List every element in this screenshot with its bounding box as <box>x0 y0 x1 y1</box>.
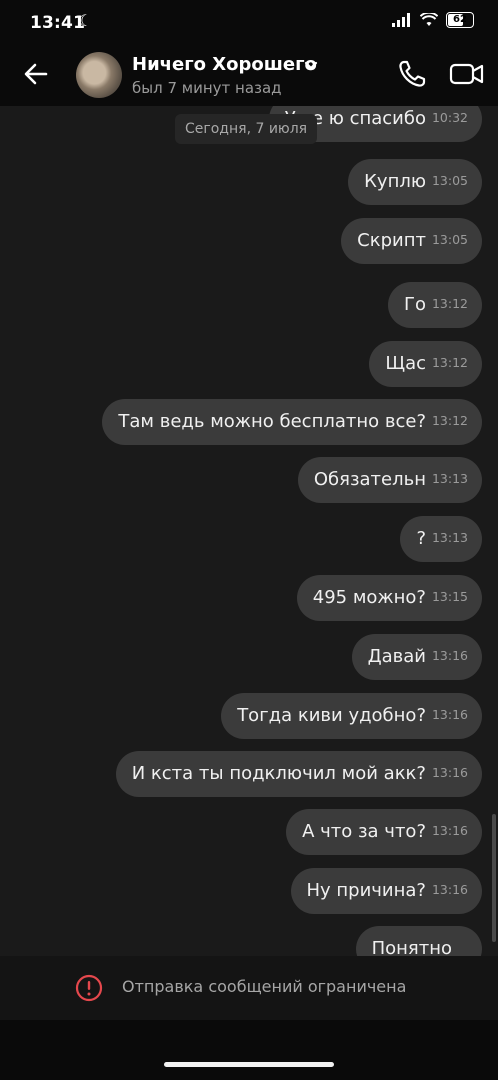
messaging-restricted-banner: Отправка сообщений ограничена <box>0 956 498 1020</box>
message-bubble[interactable]: Скрипт 13:05 <box>341 218 482 264</box>
message-text: Скрипт <box>357 230 426 251</box>
avatar[interactable] <box>76 52 122 98</box>
message-bubble[interactable]: А что за что? 13:16 <box>286 809 482 855</box>
video-call-icon[interactable] <box>448 56 486 92</box>
system-nav-bar <box>0 1020 498 1080</box>
moon-icon: ☾ <box>78 11 93 30</box>
message-bubble[interactable]: Го 13:12 <box>388 282 482 328</box>
message-text: Го <box>404 294 426 315</box>
message-time: 13:12 <box>431 413 468 428</box>
battery-level: 62 <box>453 14 467 25</box>
message-time: 13:12 <box>431 296 468 311</box>
message-text: Тогда киви удобно? <box>237 705 426 726</box>
message-time: 10:32 <box>431 110 468 125</box>
message-text: Понятно <box>371 938 452 956</box>
message-bubble[interactable]: ? 13:13 <box>400 516 482 562</box>
message-bubble[interactable]: И кста ты подключил мой акк? 13:16 <box>115 751 482 797</box>
message-time: 13:15 <box>431 589 468 604</box>
message-time: 13:16 <box>431 765 468 780</box>
status-bar: 13:41 ☾ 62 <box>0 0 498 44</box>
last-seen-status: был 7 минут назад <box>132 79 282 97</box>
message-text: Там ведь можно бесплатно все? <box>118 411 426 432</box>
message-bubble[interactable]: Там ведь можно бесплатно все? 13:12 <box>102 399 482 445</box>
message-bubble[interactable]: Тогда киви удобно? 13:16 <box>221 693 482 739</box>
message-text: Щас <box>385 353 426 374</box>
message-text: 495 можно? <box>312 587 426 608</box>
contact-name[interactable]: Ничего Хорошего <box>132 54 317 75</box>
signal-icon <box>392 13 410 27</box>
message-text: ? <box>416 528 426 549</box>
phone-call-icon[interactable] <box>394 56 430 92</box>
chevron-down-icon[interactable] <box>302 56 320 74</box>
message-bubble[interactable]: Понятно <box>355 926 482 956</box>
date-divider: Сегодня, 7 июля <box>175 114 318 144</box>
message-text: Ну причина? <box>306 880 427 901</box>
message-bubble[interactable]: Обязательн 13:13 <box>297 457 482 503</box>
restricted-text: Отправка сообщений ограничена <box>122 977 407 996</box>
message-text: А что за что? <box>302 821 426 842</box>
chat-header: Ничего Хорошего был 7 минут назад <box>0 44 498 106</box>
message-time: 13:05 <box>431 173 468 188</box>
wifi-icon <box>420 13 438 26</box>
message-time: 13:13 <box>431 530 468 545</box>
status-icons: 62 <box>392 12 474 28</box>
back-arrow-icon[interactable] <box>20 58 52 90</box>
status-time: 13:41 <box>30 13 86 33</box>
message-text: Обязательн <box>313 469 426 490</box>
message-bubble[interactable]: Давай 13:16 <box>351 634 482 680</box>
warning-icon <box>75 974 103 1002</box>
message-time: 13:16 <box>431 882 468 897</box>
message-list[interactable]: Сегодня, 7 июля Уже ю спасибо 10:32 Купл… <box>0 106 498 956</box>
scrollbar[interactable] <box>492 814 496 942</box>
message-time: 13:16 <box>431 823 468 838</box>
message-bubble[interactable]: 495 можно? 13:15 <box>296 575 482 621</box>
message-text: Давай <box>367 646 426 667</box>
message-bubble[interactable]: Куплю 13:05 <box>348 159 482 205</box>
message-time: 13:16 <box>431 648 468 663</box>
message-time: 13:12 <box>431 355 468 370</box>
message-text: Куплю <box>364 171 426 192</box>
message-bubble[interactable]: Ну причина? 13:16 <box>290 868 482 914</box>
message-text: И кста ты подключил мой акк? <box>131 763 426 784</box>
message-time: 13:05 <box>431 232 468 247</box>
home-indicator[interactable] <box>164 1062 334 1067</box>
message-time: 13:16 <box>431 707 468 722</box>
message-bubble[interactable]: Щас 13:12 <box>369 341 482 387</box>
battery-icon: 62 <box>446 12 474 28</box>
message-time: 13:13 <box>431 471 468 486</box>
